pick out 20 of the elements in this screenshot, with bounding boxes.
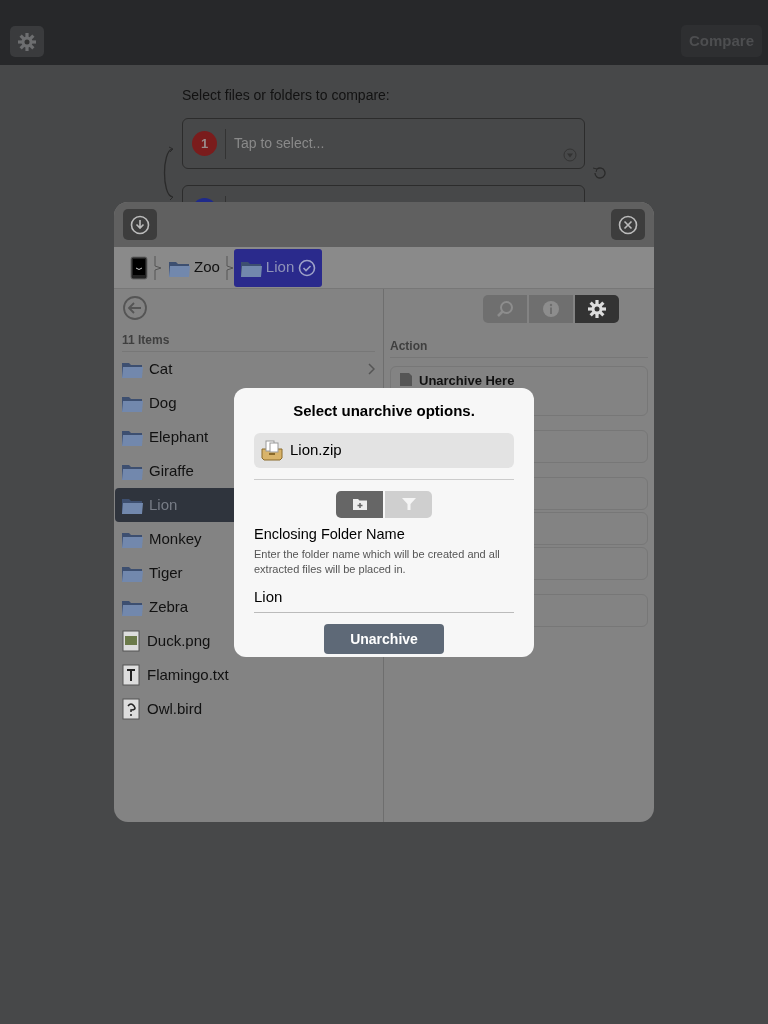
section-heading: Action [390,337,648,358]
item-count: 11 Items [122,331,375,352]
file-name: Giraffe [149,460,194,481]
file-name: Tiger [149,562,183,583]
file-name: Owl.bird [147,698,202,719]
file-name: Flamingo.txt [147,664,229,685]
file-name: Lion.zip [290,439,342,460]
slot-number-badge: 1 [192,131,217,156]
file-name: Lion [149,494,178,515]
file-name: Dog [149,392,177,413]
file-name: Duck.png [147,630,211,651]
field-hint: Enter the folder name which will be created and all extracted files will be placed in. [254,547,501,576]
field-placeholder: Tap to select... [234,134,325,153]
action-label: Unarchive Here [419,372,515,390]
file-name: Zebra [149,596,189,617]
file-name: Cat [149,358,173,379]
file-name: Monkey [149,528,202,549]
dialog-title: Select unarchive options. [292,401,476,421]
file-name: Elephant [149,426,209,447]
field-label: Enclosing Folder Name [254,524,406,544]
